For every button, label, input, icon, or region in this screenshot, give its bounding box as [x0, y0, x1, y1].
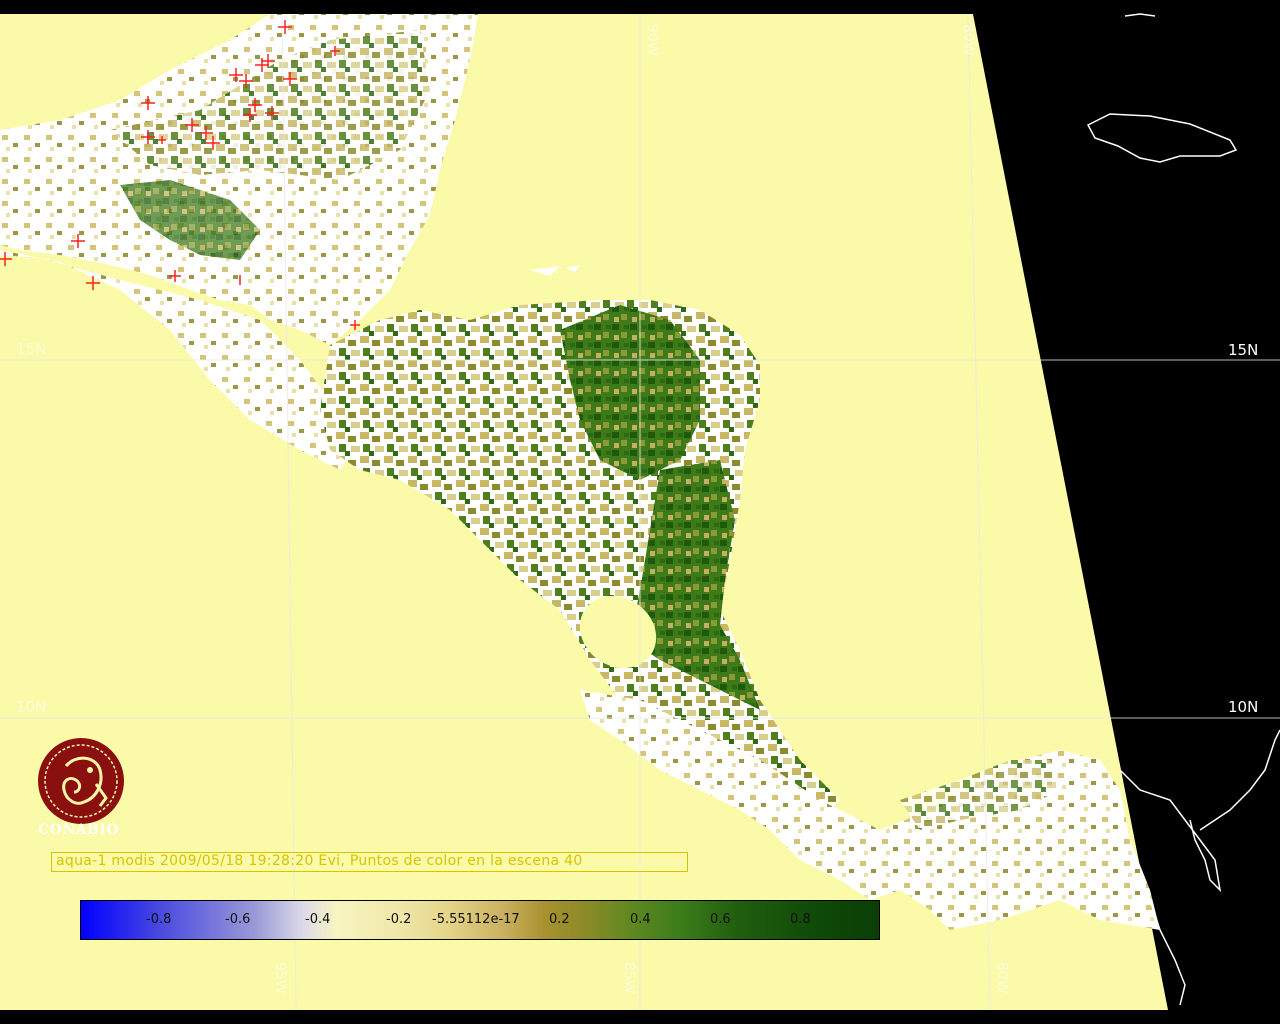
colorbar-tick: 0.4	[630, 912, 651, 927]
colorbar-tick: -0.8	[146, 912, 172, 927]
lon-label-80w-top: 80W	[960, 24, 976, 56]
lat-label-15n-right: 15N	[1228, 341, 1259, 359]
colorbar-tick: -5.55112e-17	[432, 912, 520, 927]
scene-caption: aqua-1 modis 2009/05/18 19:28:20 Evi, Pu…	[56, 853, 583, 869]
lat-label-15n-left: 15N	[16, 340, 47, 358]
lon-label-95w: 95W	[272, 962, 288, 994]
lat-label-10n-right: 10N	[1228, 698, 1259, 716]
colorbar-tick: 0.6	[710, 912, 731, 927]
conabio-logo	[38, 738, 124, 824]
logo-text: CONABIO	[38, 822, 120, 838]
lat-label-10n-left: 10N	[16, 698, 47, 716]
colorbar-tick: 0.2	[549, 912, 570, 927]
colorbar-tick: 0.8	[790, 912, 811, 927]
colorbar-tick: -0.2	[386, 912, 412, 927]
colorbar-tick: -0.6	[225, 912, 251, 927]
colorbar-tick: -0.4	[305, 912, 331, 927]
lon-label-90w: 90W	[644, 24, 660, 56]
lon-label-80w-bottom: 80W	[994, 962, 1010, 994]
lon-label-85w: 85W	[621, 962, 637, 994]
